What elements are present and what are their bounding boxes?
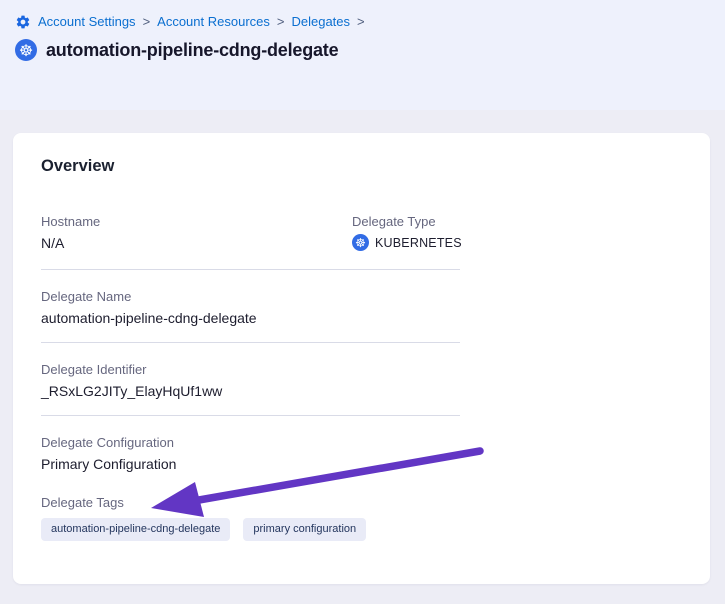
breadcrumb-link-account-settings[interactable]: Account Settings [38,13,136,30]
field-delegate-identifier: Delegate Identifier _RSxLG2JITy_ElayHqUf… [41,362,222,400]
delegate-identifier-label: Delegate Identifier [41,362,222,378]
overview-card: Overview Hostname N/A Delegate Type ☸ KU… [13,133,710,584]
field-delegate-tags: Delegate Tags automation-pipeline-cdng-d… [41,495,366,541]
delegate-type-value: ☸ KUBERNETES [352,234,462,251]
delegate-type-label: Delegate Type [352,214,462,230]
breadcrumb-separator: > [277,13,285,30]
overview-heading: Overview [41,157,114,176]
gear-icon[interactable] [15,14,31,30]
divider [41,342,460,343]
field-delegate-type: Delegate Type ☸ KUBERNETES [352,214,462,251]
breadcrumb-link-delegates[interactable]: Delegates [291,13,350,30]
divider [41,415,460,416]
tag-chip: primary configuration [243,518,366,541]
kubernetes-icon: ☸ [352,234,369,251]
kubernetes-icon: ☸ [15,39,37,61]
page-title-row: ☸ automation-pipeline-cdng-delegate [15,39,725,61]
field-hostname: Hostname N/A [41,214,100,252]
delegate-name-label: Delegate Name [41,289,257,305]
tag-chip: automation-pipeline-cdng-delegate [41,518,230,541]
delegate-configuration-label: Delegate Configuration [41,435,176,451]
divider [41,269,460,270]
field-delegate-name: Delegate Name automation-pipeline-cdng-d… [41,289,257,327]
breadcrumb-separator: > [143,13,151,30]
kubernetes-wheel-glyph: ☸ [355,236,366,250]
page-title: automation-pipeline-cdng-delegate [46,39,338,61]
breadcrumb-link-account-resources[interactable]: Account Resources [157,13,270,30]
delegate-type-text: KUBERNETES [375,236,462,250]
delegate-configuration-value: Primary Configuration [41,456,176,473]
delegate-tags-label: Delegate Tags [41,495,366,511]
delegate-name-value: automation-pipeline-cdng-delegate [41,310,257,327]
kubernetes-wheel-glyph: ☸ [19,41,33,60]
page-header: Account Settings > Account Resources > D… [0,0,725,110]
delegate-tags-list: automation-pipeline-cdng-delegate primar… [41,518,366,541]
hostname-label: Hostname [41,214,100,230]
breadcrumb: Account Settings > Account Resources > D… [15,13,725,30]
delegate-identifier-value: _RSxLG2JITy_ElayHqUf1ww [41,383,222,400]
breadcrumb-separator: > [357,13,365,30]
field-delegate-configuration: Delegate Configuration Primary Configura… [41,435,176,473]
hostname-value: N/A [41,235,100,252]
